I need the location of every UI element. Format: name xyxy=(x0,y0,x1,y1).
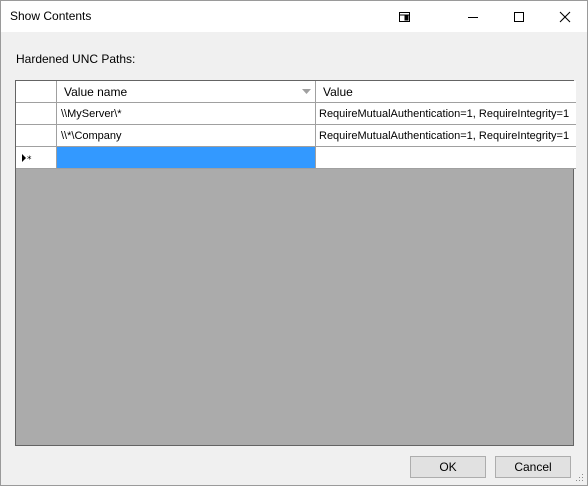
svg-text:*: * xyxy=(27,155,32,162)
new-row-marker-icon: * xyxy=(22,153,32,162)
value-cell[interactable]: RequireMutualAuthentication=1, RequireIn… xyxy=(316,103,576,125)
value-name-cell[interactable]: \\MyServer\* xyxy=(57,103,316,125)
row-header-cell[interactable] xyxy=(16,125,57,147)
hardened-unc-paths-label: Hardened UNC Paths: xyxy=(16,52,136,66)
value-cell[interactable]: RequireMutualAuthentication=1, RequireIn… xyxy=(316,125,576,147)
new-row[interactable]: * xyxy=(16,147,576,169)
values-grid[interactable]: Value name Value \\MyServer\* RequireMut… xyxy=(15,80,576,446)
table-row[interactable]: \\*\Company RequireMutualAuthentication=… xyxy=(16,125,576,147)
maximize-button[interactable] xyxy=(496,1,542,32)
table-row[interactable]: \\MyServer\* RequireMutualAuthentication… xyxy=(16,103,576,125)
column-header-value[interactable]: Value xyxy=(316,81,576,103)
resize-grip-icon[interactable] xyxy=(574,472,584,482)
column-header-value-label: Value xyxy=(323,84,353,99)
new-value-cell[interactable] xyxy=(316,147,576,169)
column-header-value-name[interactable]: Value name xyxy=(57,81,316,103)
ok-button[interactable]: OK xyxy=(410,456,486,478)
dropdown-arrow-icon xyxy=(302,89,311,94)
show-contents-dialog: Show Contents Hardened UNC Paths: Value … xyxy=(0,0,588,486)
snap-layout-button[interactable] xyxy=(382,1,428,32)
grid-header-row: Value name Value xyxy=(16,81,576,103)
maximize-icon xyxy=(514,11,524,22)
header-corner-cell[interactable] xyxy=(16,81,57,103)
new-row-header-cell[interactable]: * xyxy=(16,147,57,169)
minimize-icon xyxy=(468,16,478,18)
close-icon xyxy=(559,11,571,22)
row-header-cell[interactable] xyxy=(16,103,57,125)
snap-layout-icon xyxy=(399,11,410,22)
window-title: Show Contents xyxy=(10,9,92,23)
title-bar[interactable]: Show Contents xyxy=(1,1,587,32)
cancel-button[interactable]: Cancel xyxy=(495,456,571,478)
column-header-value-name-label: Value name xyxy=(64,84,128,99)
minimize-button[interactable] xyxy=(450,1,496,32)
new-value-name-cell[interactable] xyxy=(57,147,316,169)
value-name-cell[interactable]: \\*\Company xyxy=(57,125,316,147)
close-button[interactable] xyxy=(542,1,588,32)
